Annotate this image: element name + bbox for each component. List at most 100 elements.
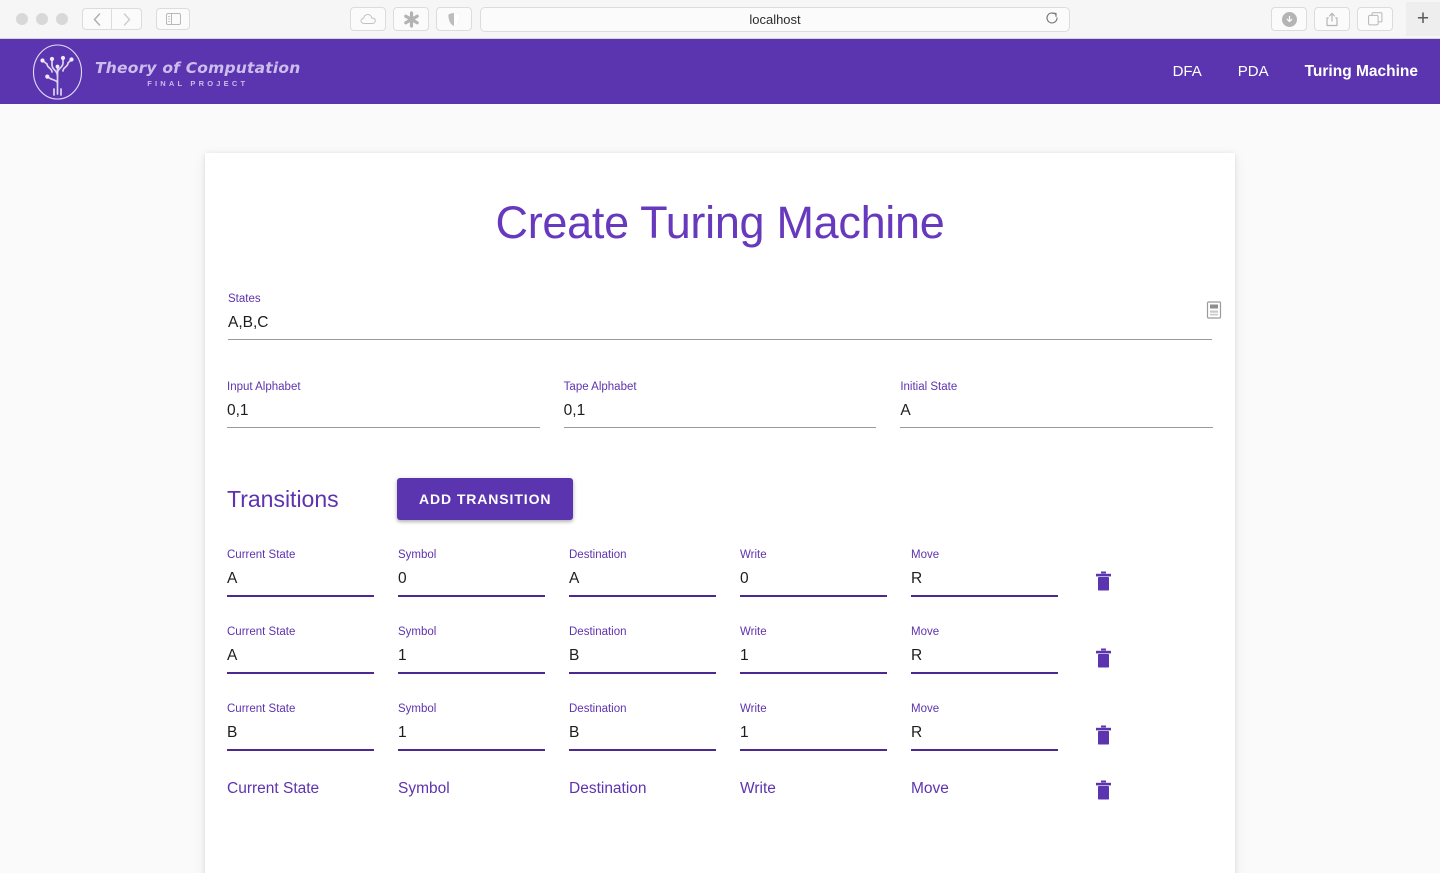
url-text: localhost: [749, 11, 801, 27]
nav-item-turing-machine[interactable]: Turing Machine: [1305, 63, 1418, 81]
states-field[interactable]: States A,B,C: [228, 293, 1212, 340]
trash-icon: [1095, 725, 1111, 745]
write-field[interactable]: Write 0: [740, 549, 887, 597]
current-state-field[interactable]: Current State A: [227, 626, 374, 674]
current-state-input[interactable]: B: [227, 724, 374, 743]
tape-alphabet-field[interactable]: Tape Alphabet 0,1: [563, 381, 877, 428]
move-field[interactable]: Move R: [911, 626, 1058, 674]
close-window-button[interactable]: [16, 13, 28, 25]
tape-alphabet-input[interactable]: 0,1: [564, 402, 877, 420]
current-state-input[interactable]: A: [227, 570, 374, 589]
move-field[interactable]: Move: [911, 780, 1058, 815]
initial-state-input[interactable]: A: [900, 402, 1213, 420]
symbol-input[interactable]: 1: [398, 724, 545, 743]
write-label: Write: [740, 703, 767, 715]
move-underline: [911, 749, 1058, 751]
back-button[interactable]: [82, 8, 112, 30]
current-state-label: Current State: [227, 780, 320, 797]
destination-input[interactable]: A: [569, 570, 716, 589]
address-bar[interactable]: localhost: [480, 6, 1070, 32]
move-field[interactable]: Move R: [911, 549, 1058, 597]
current-state-input[interactable]: A: [227, 647, 374, 666]
table-row: Current State Symbol Destination Write M…: [227, 780, 1213, 815]
table-row: Current State A Symbol 1 Destination B W…: [227, 626, 1213, 674]
trash-icon: [1095, 571, 1111, 591]
destination-field[interactable]: Destination B: [569, 703, 716, 751]
window-traffic-lights[interactable]: [16, 13, 68, 25]
write-input[interactable]: 1: [740, 724, 887, 743]
move-field[interactable]: Move R: [911, 703, 1058, 751]
symbol-field[interactable]: Symbol 1: [398, 626, 545, 674]
current-state-field[interactable]: Current State: [227, 780, 374, 815]
trash-icon: [1095, 648, 1111, 668]
move-label: Move: [911, 703, 940, 715]
destination-field[interactable]: Destination B: [569, 626, 716, 674]
new-tab-button[interactable]: +: [1406, 2, 1440, 36]
write-field[interactable]: Write 1: [740, 703, 887, 751]
move-input[interactable]: R: [911, 724, 1058, 743]
move-input[interactable]: R: [911, 647, 1058, 666]
extension-button[interactable]: [393, 7, 429, 31]
table-row: Current State B Symbol 1 Destination B W…: [227, 703, 1213, 751]
share-button[interactable]: [1314, 7, 1350, 31]
write-input[interactable]: 1: [740, 647, 887, 666]
icloud-button[interactable]: [350, 7, 386, 31]
delete-transition-button[interactable]: [1082, 780, 1124, 800]
chevron-left-icon: [93, 12, 101, 26]
current-state-label: Current State: [227, 626, 296, 638]
symbol-label: Symbol: [398, 626, 437, 638]
symbol-field[interactable]: Symbol 1: [398, 703, 545, 751]
tape-alphabet-label: Tape Alphabet: [563, 381, 637, 393]
initial-state-field[interactable]: Initial State A: [900, 381, 1214, 428]
privacy-shield-icon: [448, 12, 460, 26]
destination-label: Destination: [569, 626, 627, 638]
destination-field[interactable]: Destination A: [569, 549, 716, 597]
add-transition-button[interactable]: ADD TRANSITION: [397, 478, 574, 520]
privacy-report-button[interactable]: [436, 7, 472, 31]
symbol-field[interactable]: Symbol 0: [398, 549, 545, 597]
write-field[interactable]: Write 1: [740, 626, 887, 674]
current-state-field[interactable]: Current State B: [227, 703, 374, 751]
states-input[interactable]: A,B,C: [228, 314, 1212, 332]
nav-item-pda[interactable]: PDA: [1238, 63, 1269, 80]
tab-overview-button[interactable]: [1357, 7, 1393, 31]
contact-card-autofill-icon[interactable]: [1206, 301, 1222, 319]
circuit-tree-logo-icon: [32, 43, 83, 100]
write-underline: [740, 749, 887, 751]
app-header: Theory of Computation FINAL PROJECT DFA …: [0, 39, 1440, 104]
current-state-field[interactable]: Current State A: [227, 549, 374, 597]
tape-alphabet-underline: [563, 427, 877, 428]
move-input[interactable]: R: [911, 570, 1058, 589]
delete-transition-button[interactable]: [1082, 626, 1124, 668]
table-row: Current State A Symbol 0 Destination A W…: [227, 549, 1213, 597]
current-state-label: Current State: [227, 703, 296, 715]
delete-transition-button[interactable]: [1082, 549, 1124, 591]
input-alphabet-input[interactable]: 0,1: [227, 402, 540, 420]
symbol-field[interactable]: Symbol: [398, 780, 545, 815]
destination-field[interactable]: Destination: [569, 780, 716, 815]
input-alphabet-field[interactable]: Input Alphabet 0,1: [227, 381, 540, 428]
symbol-input[interactable]: 1: [398, 647, 545, 666]
symbol-label: Symbol: [398, 703, 437, 715]
reload-button[interactable]: [1045, 11, 1059, 27]
write-field[interactable]: Write: [740, 780, 887, 815]
app-logo[interactable]: Theory of Computation FINAL PROJECT: [30, 43, 300, 101]
minimize-window-button[interactable]: [36, 13, 48, 25]
move-label: Move: [911, 626, 940, 638]
symbol-input[interactable]: 0: [398, 570, 545, 589]
delete-transition-button[interactable]: [1082, 703, 1124, 745]
tab-overview-icon: [1367, 12, 1382, 26]
forward-button[interactable]: [112, 8, 142, 30]
chevron-right-icon: [123, 12, 130, 26]
downloads-button[interactable]: [1271, 7, 1307, 31]
symbol-underline: [398, 672, 545, 674]
trash-icon: [1095, 780, 1111, 800]
destination-input[interactable]: B: [569, 724, 716, 743]
sidebar-toggle-button[interactable]: [156, 8, 190, 30]
symbol-underline: [398, 595, 545, 597]
navigation-buttons: [82, 8, 142, 30]
maximize-window-button[interactable]: [56, 13, 68, 25]
nav-item-dfa[interactable]: DFA: [1173, 63, 1202, 80]
destination-input[interactable]: B: [569, 647, 716, 666]
write-input[interactable]: 0: [740, 570, 887, 589]
